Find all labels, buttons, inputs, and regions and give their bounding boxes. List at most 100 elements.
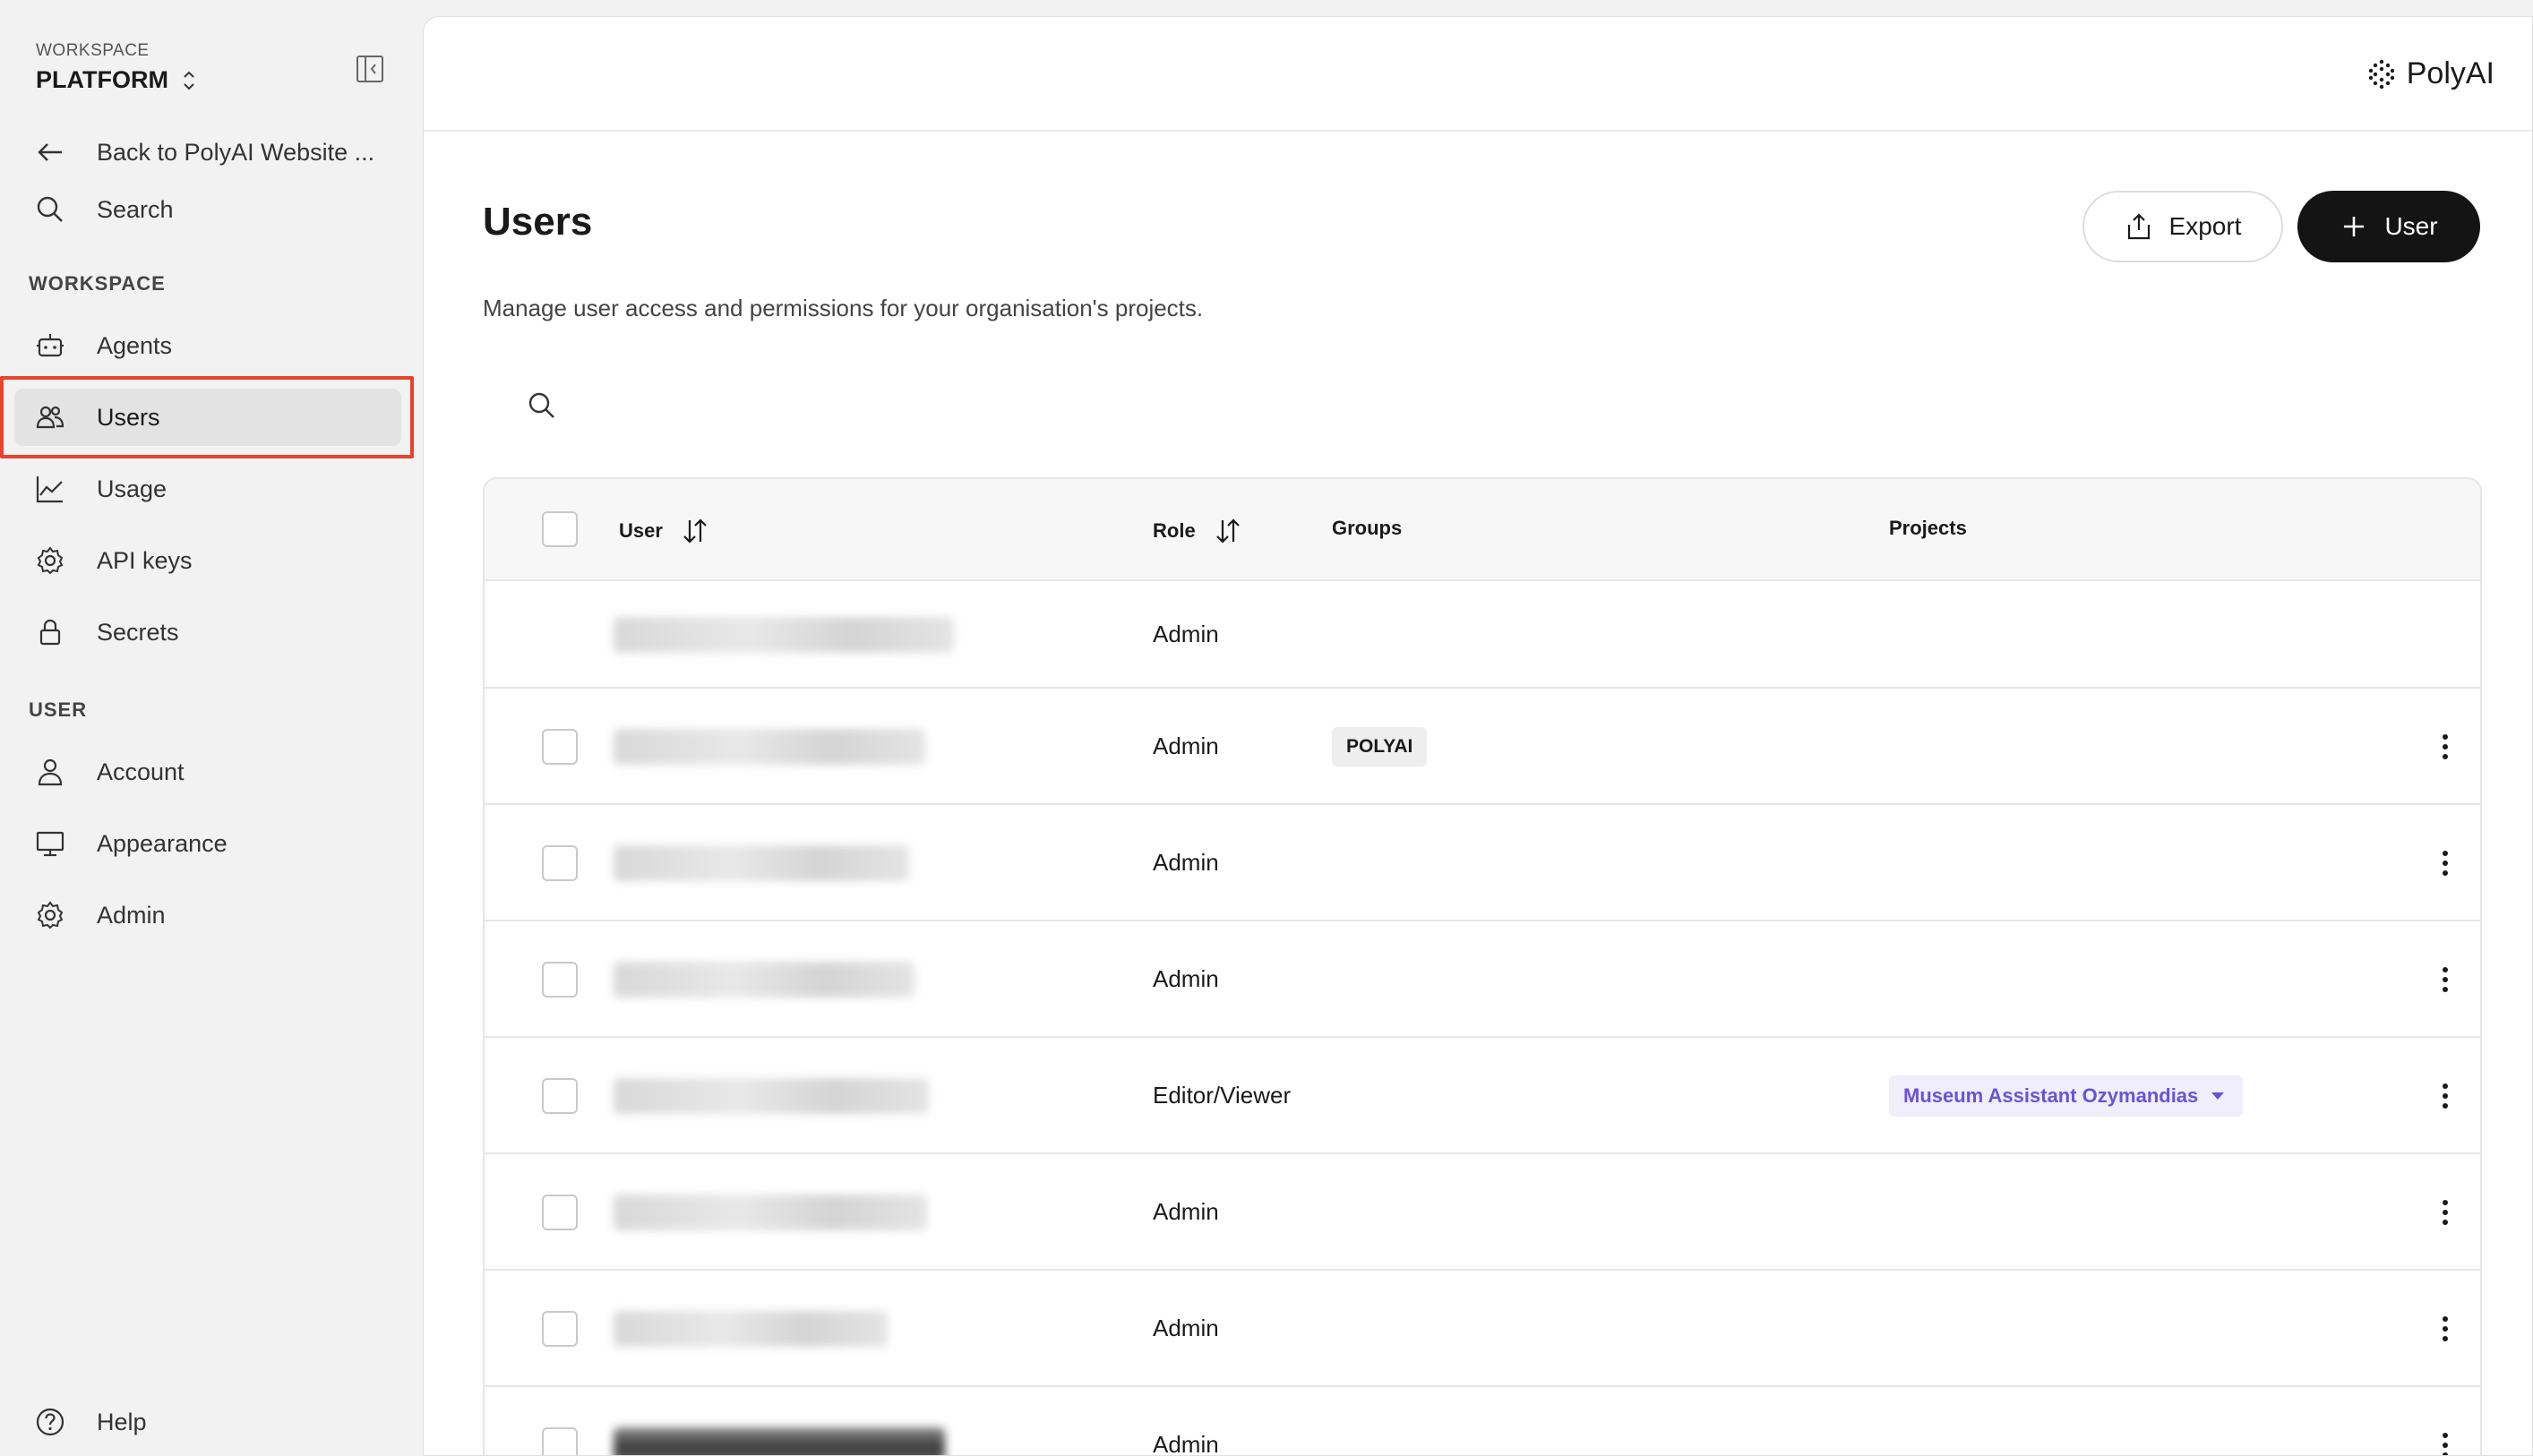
sidebar-search-label: Search <box>97 195 174 223</box>
role-cell: Editor/Viewer <box>1153 1082 1292 1109</box>
redacted-user-email <box>614 1427 945 1455</box>
monitor-icon <box>34 827 66 860</box>
project-dropdown[interactable]: Museum Assistant Ozymandias <box>1889 1075 2244 1117</box>
more-vertical-icon <box>2443 734 2448 759</box>
sidebar-item-usage[interactable]: Usage <box>14 460 401 518</box>
sidebar-item-secrets[interactable]: Secrets <box>14 604 401 661</box>
sidebar-item-account[interactable]: Account <box>14 743 401 801</box>
row-checkbox[interactable] <box>542 729 578 765</box>
add-user-button[interactable]: User <box>2297 191 2480 262</box>
row-actions-button[interactable] <box>2441 1429 2450 1455</box>
sidebar-search[interactable]: Search <box>14 181 401 238</box>
sidebar-item-agents[interactable]: Agents <box>14 317 401 374</box>
row-actions-button[interactable] <box>2441 1313 2450 1345</box>
row-actions-button[interactable] <box>2441 847 2450 879</box>
role-cell: Admin <box>1153 1198 1219 1225</box>
sidebar-collapse-icon <box>356 56 383 82</box>
section-header-user: USER <box>29 698 88 721</box>
workspace-name: PLATFORM <box>36 66 168 93</box>
export-button[interactable]: Export <box>2082 191 2283 262</box>
more-vertical-icon <box>2443 851 2448 876</box>
sidebar-item-label: Appearance <box>97 829 228 857</box>
table-row[interactable]: Admin <box>485 1271 2480 1387</box>
table-row[interactable]: Editor/Viewer Museum Assistant Ozymandia… <box>485 1038 2480 1154</box>
column-header-groups: Groups <box>1332 517 1402 540</box>
redacted-user-email <box>614 617 954 653</box>
sort-icon <box>683 518 707 544</box>
column-header-role[interactable]: Role <box>1153 517 1242 545</box>
row-actions-button[interactable] <box>2441 964 2450 996</box>
column-header-label: Projects <box>1889 517 1967 539</box>
help-circle-icon <box>34 1406 66 1438</box>
redacted-user-email <box>614 962 914 998</box>
column-header-user[interactable]: User <box>619 517 709 545</box>
search-icon <box>528 392 554 418</box>
search-icon <box>34 193 66 226</box>
more-vertical-icon <box>2443 1200 2448 1225</box>
collapse-sidebar-button[interactable] <box>355 54 385 84</box>
row-actions-button[interactable] <box>2441 731 2450 763</box>
export-label: Export <box>2168 212 2242 240</box>
upload-icon <box>2127 213 2150 240</box>
robot-icon <box>34 330 66 362</box>
table-row[interactable]: Admin <box>485 1154 2480 1271</box>
lock-icon <box>34 616 66 648</box>
table-row[interactable]: Admin <box>485 1387 2480 1456</box>
project-tag-label: Museum Assistant Ozymandias <box>1903 1084 2199 1107</box>
row-checkbox[interactable] <box>542 845 578 881</box>
row-checkbox[interactable] <box>542 1195 578 1230</box>
redacted-user-email <box>614 729 925 765</box>
role-cell: Admin <box>1153 965 1219 992</box>
more-vertical-icon <box>2443 967 2448 992</box>
workspace-switcher[interactable]: PLATFORM <box>36 66 197 94</box>
more-vertical-icon <box>2443 1433 2448 1455</box>
column-header-label: User <box>619 519 663 542</box>
arrow-left-icon <box>34 136 66 168</box>
sidebar-item-api-keys[interactable]: API keys <box>14 532 401 589</box>
sidebar-item-help[interactable]: Help <box>14 1393 401 1451</box>
redacted-user-email <box>614 1311 888 1347</box>
select-all-checkbox[interactable] <box>542 511 578 547</box>
table-row[interactable]: Admin <box>485 805 2480 921</box>
sidebar: WORKSPACE PLATFORM Back to PolyAI Websit… <box>0 0 423 1456</box>
role-cell: Admin <box>1153 1431 1219 1456</box>
sidebar-item-label: Account <box>97 758 185 785</box>
table-row[interactable]: Admin <box>485 921 2480 1038</box>
redacted-user-email <box>614 1078 929 1114</box>
column-header-label: Groups <box>1332 517 1403 539</box>
row-checkbox[interactable] <box>542 1311 578 1347</box>
row-checkbox[interactable] <box>542 1078 578 1114</box>
person-icon <box>34 756 66 788</box>
back-to-website-link[interactable]: Back to PolyAI Website ... <box>14 124 401 181</box>
plus-icon <box>2344 217 2365 236</box>
sidebar-item-label: API keys <box>97 546 193 574</box>
sidebar-item-admin[interactable]: Admin <box>14 886 401 944</box>
back-to-website-label: Back to PolyAI Website ... <box>97 138 375 166</box>
role-cell: Admin <box>1153 621 1219 647</box>
role-cell: Admin <box>1153 849 1219 876</box>
row-actions-button[interactable] <box>2441 1196 2450 1229</box>
sidebar-item-appearance[interactable]: Appearance <box>14 815 401 872</box>
workspace-caption: WORKSPACE <box>36 41 150 60</box>
row-checkbox[interactable] <box>542 1427 578 1455</box>
gear-icon <box>34 899 66 931</box>
caret-down-icon <box>2211 1092 2225 1100</box>
table-row[interactable]: Admin POLYAI <box>485 689 2480 805</box>
row-checkbox[interactable] <box>542 962 578 998</box>
polyai-logo-icon <box>2368 59 2394 89</box>
sidebar-item-label: Usage <box>97 475 167 502</box>
table-row[interactable]: Admin <box>485 581 2480 689</box>
sidebar-item-label: Secrets <box>97 618 179 646</box>
more-vertical-icon <box>2443 1083 2448 1109</box>
selection-highlight <box>0 376 414 458</box>
main-panel: PolyAI Users Manage user access and perm… <box>423 16 2533 1456</box>
sort-icon <box>1215 518 1240 544</box>
section-header-workspace: WORKSPACE <box>29 272 166 295</box>
sidebar-item-label: Admin <box>97 901 166 929</box>
row-actions-button[interactable] <box>2441 1080 2450 1112</box>
chart-line-icon <box>34 473 66 505</box>
polyai-logo-text: PolyAI <box>2406 56 2494 90</box>
page-title: Users <box>483 200 593 244</box>
table-search-button[interactable] <box>526 390 558 422</box>
redacted-user-email <box>614 845 909 881</box>
